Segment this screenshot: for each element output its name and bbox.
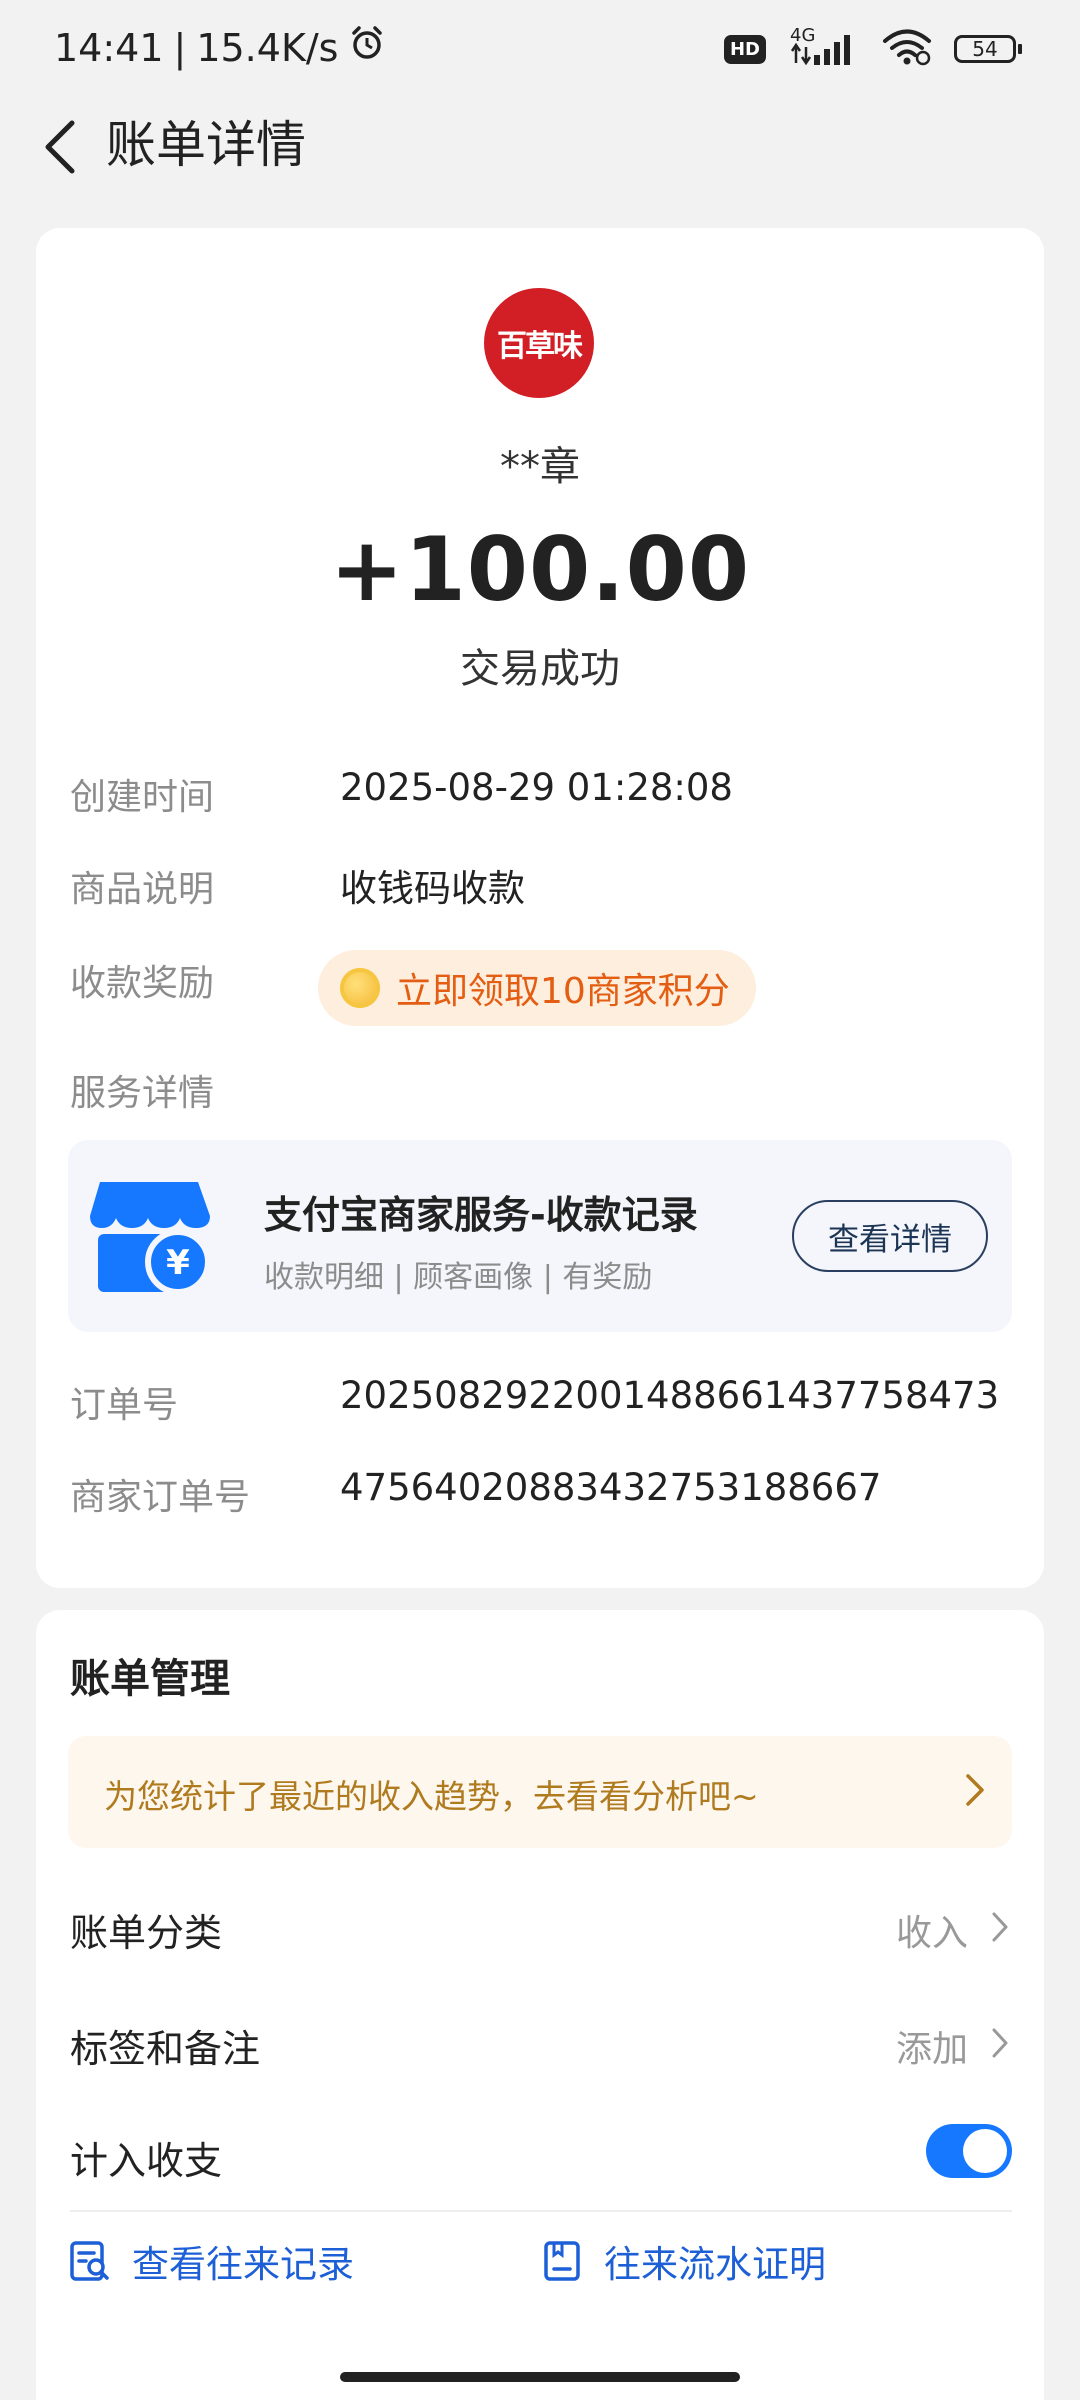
transaction-card: 百草味 **章 +100.00 交易成功 创建时间 2025-08-29 01:… xyxy=(36,228,1044,1588)
reward-claim-button[interactable]: 立即领取10商家积分 xyxy=(318,950,756,1026)
divider xyxy=(70,2210,1012,2212)
document-icon xyxy=(544,2241,580,2281)
status-bar: 14:41 | 15.4K/s HD 4G 54 xyxy=(0,0,1080,104)
transaction-status: 交易成功 xyxy=(460,646,620,692)
merchant-order-label: 商家订单号 xyxy=(70,1477,251,1518)
svg-text:¥: ¥ xyxy=(166,1243,190,1283)
hd-badge: HD xyxy=(723,34,766,64)
status-right: HD 4G 54 xyxy=(723,25,1022,70)
view-details-button[interactable]: 查看详情 xyxy=(792,1200,988,1272)
include-in-stats-row: 计入收支 xyxy=(70,2106,1012,2206)
income-trend-banner[interactable]: 为您统计了最近的收入趋势，去看看分析吧~ xyxy=(68,1736,1012,1848)
include-in-stats-label: 计入收支 xyxy=(70,2139,223,2183)
tags-notes-value: 添加 xyxy=(895,2029,968,2070)
transaction-proof-link[interactable]: 往来流水证明 xyxy=(540,2234,826,2288)
coin-icon xyxy=(340,968,380,1008)
battery-icon: 54 xyxy=(954,35,1022,63)
service-title: 支付宝商家服务-收款记录 xyxy=(264,1193,698,1237)
income-trend-text: 为您统计了最近的收入趋势，去看看分析吧~ xyxy=(104,1777,759,1816)
view-records-label: 查看往来记录 xyxy=(132,2243,354,2286)
reward-label: 收款奖励 xyxy=(70,963,215,1004)
header: 账单详情 xyxy=(0,104,1080,184)
include-in-stats-toggle[interactable] xyxy=(926,2124,1012,2178)
store-icon: ¥ xyxy=(90,1182,211,1295)
order-number-value: 2025082922001488661437758473 xyxy=(340,1374,1000,1417)
alarm-icon xyxy=(348,24,386,71)
cellular-signal-icon: 4G xyxy=(788,25,860,69)
bill-category-label: 账单分类 xyxy=(70,1911,223,1955)
record-search-icon xyxy=(70,2241,109,2281)
tags-notes-label: 标签和备注 xyxy=(70,2027,261,2071)
merchant-logo: 百草味 xyxy=(484,288,594,398)
service-subtitle: 收款明细 | 顾客画像 | 有奖励 xyxy=(264,1260,653,1295)
wifi-icon xyxy=(882,28,932,70)
chevron-left-icon xyxy=(45,120,75,174)
transaction-amount: +100.00 xyxy=(329,518,751,621)
chevron-right-icon xyxy=(992,1912,1008,1942)
status-separator: | xyxy=(173,25,187,70)
bill-management-card: 账单管理 为您统计了最近的收入趋势，去看看分析吧~ 账单分类 收入 标签和备注 … xyxy=(36,1610,1044,2400)
status-speed: 15.4K/s xyxy=(196,25,339,70)
order-number-label: 订单号 xyxy=(70,1385,179,1426)
created-time-value: 2025-08-29 01:28:08 xyxy=(340,766,733,809)
tags-notes-row[interactable]: 标签和备注 添加 xyxy=(70,1994,1012,2094)
toggle-knob xyxy=(963,2129,1007,2173)
bill-management-title: 账单管理 xyxy=(70,1656,230,1702)
product-desc-value: 收钱码收款 xyxy=(340,867,525,910)
home-indicator[interactable] xyxy=(340,2372,740,2382)
view-records-link[interactable]: 查看往来记录 xyxy=(68,2234,354,2288)
merchant-logo-text: 百草味 xyxy=(497,329,583,364)
battery-level: 54 xyxy=(954,35,1016,63)
status-left: 14:41 | 15.4K/s xyxy=(54,24,386,71)
service-details-label: 服务详情 xyxy=(70,1073,215,1114)
bill-category-row[interactable]: 账单分类 收入 xyxy=(70,1878,1012,1978)
chevron-right-icon xyxy=(966,1774,984,1806)
bill-category-value: 收入 xyxy=(895,1913,968,1954)
product-desc-label: 商品说明 xyxy=(70,869,215,910)
transaction-proof-label: 往来流水证明 xyxy=(604,2243,826,2286)
page-title: 账单详情 xyxy=(106,116,306,174)
merchant-order-value: 47564020883432753188667 xyxy=(340,1466,882,1509)
created-time-label: 创建时间 xyxy=(70,777,215,818)
back-button[interactable] xyxy=(30,112,90,182)
payer-name: **章 xyxy=(500,444,580,490)
merchant-service-box[interactable]: ¥ 支付宝商家服务-收款记录 收款明细 | 顾客画像 | 有奖励 查看详情 xyxy=(68,1140,1012,1332)
reward-text: 立即领取10商家积分 xyxy=(396,971,730,1012)
status-time: 14:41 xyxy=(54,25,164,70)
chevron-right-icon xyxy=(992,2028,1008,2058)
